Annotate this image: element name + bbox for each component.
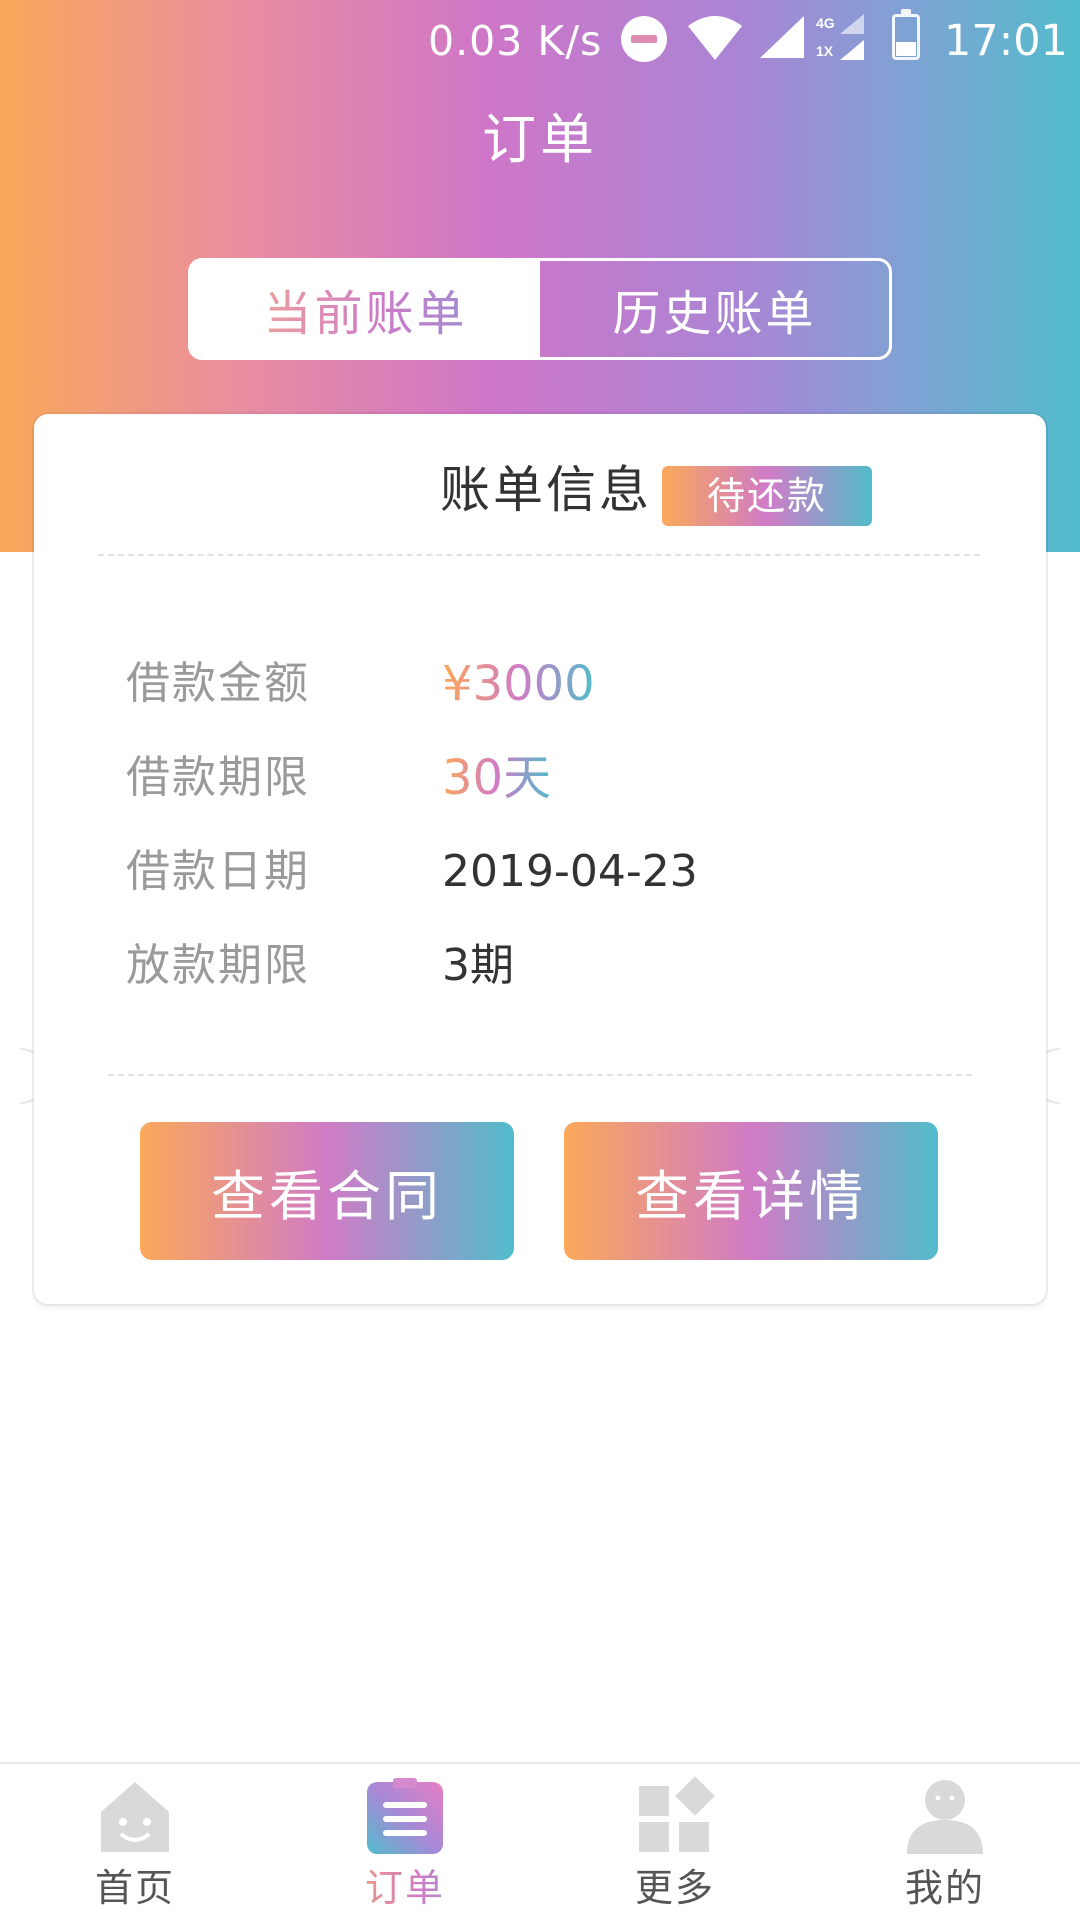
loan-date-value: 2019-04-23 [442, 846, 698, 897]
more-icon [639, 1776, 715, 1852]
view-details-button[interactable]: 查看详情 [564, 1122, 938, 1260]
loan-amount-label: 借款金额 [126, 658, 310, 709]
status-time: 17:01 [944, 16, 1068, 66]
nav-item-home[interactable]: 首页 [0, 1764, 270, 1920]
tab-history-bill-label: 历史账单 [612, 286, 817, 342]
status-bar: 0.03 K/s 4G 1X 17:01 [0, 0, 1080, 80]
signal-icon [760, 16, 804, 58]
nav-label-home: 首页 [94, 1866, 175, 1910]
status-badge: 待还款 [662, 466, 872, 526]
orders-page: 0.03 K/s 4G 1X 17:01 订单 当前账单 历史账单 账单信息 待… [0, 0, 1080, 1920]
orders-icon [367, 1778, 443, 1854]
card-header: 账单信息 待还款 [34, 450, 1046, 530]
loan-amount-value: ¥3000 [442, 644, 595, 724]
divider [98, 554, 980, 556]
nav-label-profile: 我的 [904, 1866, 985, 1910]
disbursement-term-label: 放款期限 [126, 940, 310, 991]
tab-history-bill[interactable]: 历史账单 [540, 261, 889, 357]
net-type-icon: 4G 1X [816, 14, 864, 60]
battery-icon [892, 9, 920, 60]
profile-icon [907, 1780, 983, 1854]
do-not-disturb-icon [621, 16, 667, 62]
net-type-top-label: 4G [816, 15, 835, 31]
card-title: 账单信息 [440, 461, 652, 519]
nav-item-more[interactable]: 更多 [540, 1764, 810, 1920]
bill-info-card: 账单信息 待还款 借款金额 ¥3000 借款期限 30天 借款日期 2019-0… [34, 414, 1046, 1304]
view-contract-button[interactable]: 查看合同 [140, 1122, 514, 1260]
home-icon [101, 1782, 169, 1852]
tab-current-bill[interactable]: 当前账单 [191, 261, 540, 357]
bill-tabs: 当前账单 历史账单 [188, 258, 892, 360]
divider [108, 1074, 972, 1076]
network-speed: 0.03 K/s [428, 17, 603, 65]
loan-date-label: 借款日期 [126, 846, 310, 897]
loan-term-value: 30天 [442, 738, 551, 818]
tab-current-bill-label: 当前账单 [263, 274, 467, 344]
nav-item-profile[interactable]: 我的 [810, 1764, 1080, 1920]
loan-term-label: 借款期限 [126, 752, 310, 803]
disbursement-term-row: 放款期限 3期 [34, 926, 1046, 1006]
loan-term-row: 借款期限 30天 [34, 738, 1046, 818]
net-type-bottom-label: 1X [816, 43, 834, 59]
nav-label-orders: 订单 [270, 1864, 540, 1912]
loan-amount-row: 借款金额 ¥3000 [34, 644, 1046, 724]
nav-label-more: 更多 [634, 1866, 715, 1910]
disbursement-term-value: 3期 [442, 940, 514, 991]
loan-date-row: 借款日期 2019-04-23 [34, 832, 1046, 912]
bottom-nav: 首页 订单 更多 我的 [0, 1762, 1080, 1920]
nav-item-orders[interactable]: 订单 [270, 1764, 540, 1920]
page-title: 订单 [482, 108, 598, 171]
wifi-icon [688, 16, 742, 60]
